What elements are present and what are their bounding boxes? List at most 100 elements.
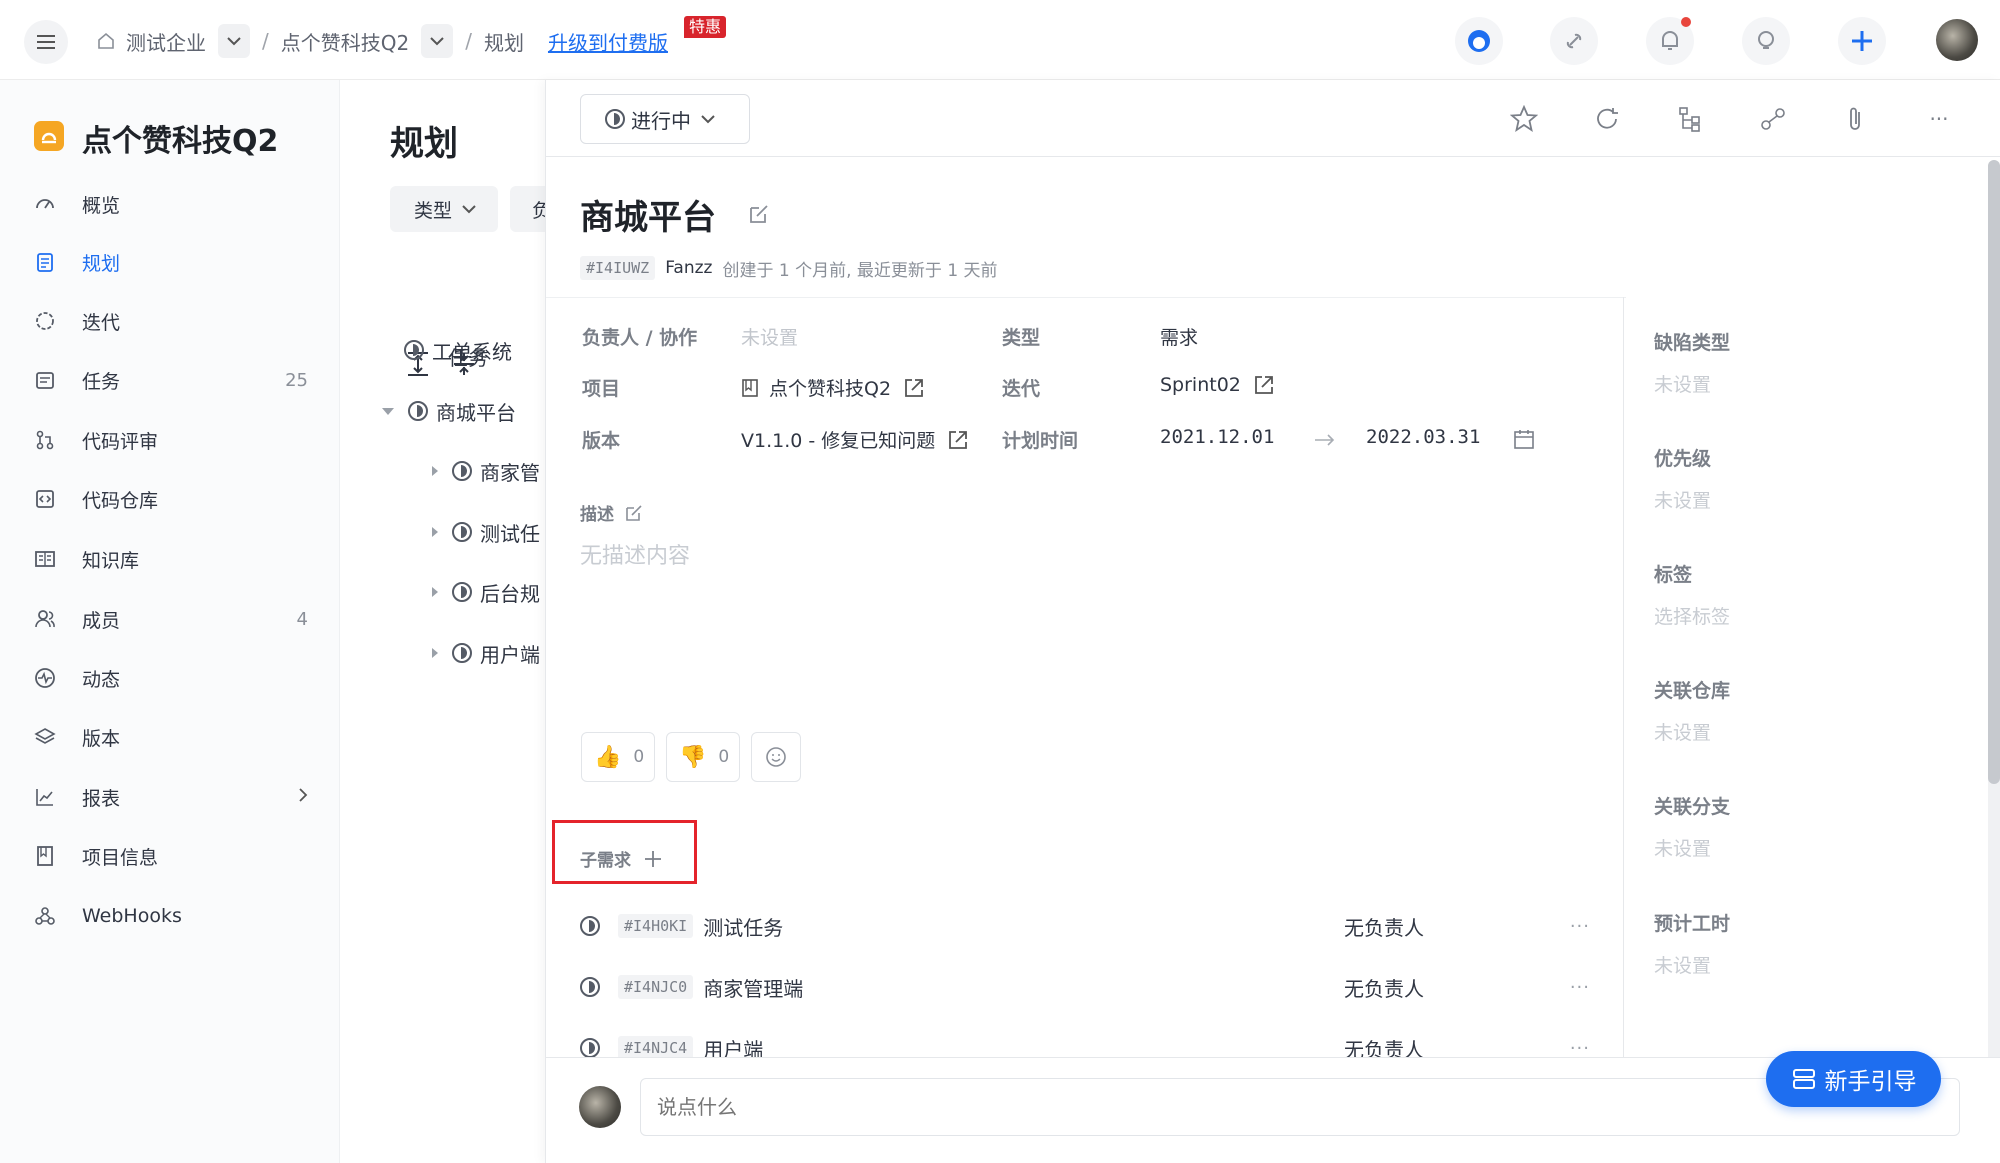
attachment-button[interactable] xyxy=(1839,102,1873,136)
sub-requirement-assignee[interactable]: 无负责人 xyxy=(1344,912,1424,941)
issue-author[interactable]: Fanzz xyxy=(665,258,712,278)
sidebar-item[interactable]: 代码评审 xyxy=(30,420,310,460)
comment-input[interactable] xyxy=(640,1078,1960,1136)
thumbs-down-icon: 👎 xyxy=(679,744,707,770)
more-options-icon[interactable]: ··· xyxy=(1570,1038,1590,1059)
sub-requirement-id[interactable]: #I4NJC0 xyxy=(618,975,694,999)
caret-down-icon[interactable] xyxy=(382,407,394,415)
sidebar-item-label: WebHooks xyxy=(82,905,182,927)
tree-row[interactable]: 商城平台 xyxy=(382,391,516,431)
side-field-label: 关联分支 xyxy=(1654,796,1731,818)
add-sub-requirement-icon[interactable] xyxy=(643,849,663,869)
side-field-value[interactable]: 未设置 xyxy=(1654,718,1711,745)
plan-start-date[interactable]: 2021.12.01 xyxy=(1160,426,1274,448)
tree-row[interactable]: 测试任 xyxy=(432,512,540,552)
tree-row-label: 商家管 xyxy=(480,460,540,485)
iteration-field[interactable]: Sprint02 xyxy=(1160,374,1275,396)
tree-row[interactable]: 后台规 xyxy=(432,572,540,612)
caret-right-icon[interactable] xyxy=(432,648,438,658)
type-field[interactable]: 需求 xyxy=(1160,323,1198,350)
sidebar-item[interactable]: 知识库 xyxy=(30,539,310,579)
issue-title[interactable]: 商城平台 xyxy=(580,190,716,239)
type-filter[interactable]: 类型 xyxy=(390,186,498,232)
assistant-button[interactable] xyxy=(1455,17,1503,65)
sub-requirement-row[interactable]: #I4NJC0 商家管理端 无负责人 ··· xyxy=(580,967,1590,1007)
project-logo-icon xyxy=(34,121,64,151)
assignee-field[interactable]: 未设置 xyxy=(741,323,798,350)
sidebar-item[interactable]: 迭代 xyxy=(30,301,310,341)
plan-end-date[interactable]: 2022.03.31 xyxy=(1366,426,1480,448)
sidebar-item[interactable]: 概览 xyxy=(30,184,310,224)
sidebar-item[interactable]: 成员 4 xyxy=(30,599,310,639)
tree-row[interactable]: 用户端 xyxy=(432,633,540,673)
star-button[interactable] xyxy=(1507,102,1541,136)
more-options-icon[interactable]: ··· xyxy=(1922,102,1956,136)
add-reaction-button[interactable] xyxy=(751,732,801,782)
sub-requirement-title[interactable]: 测试任务 xyxy=(703,912,783,941)
side-field-value[interactable]: 选择标签 xyxy=(1654,602,1730,629)
more-options-icon[interactable]: ··· xyxy=(1570,916,1590,937)
refresh-button[interactable] xyxy=(1590,102,1624,136)
create-button[interactable] xyxy=(1838,17,1886,65)
edit-title-icon[interactable] xyxy=(747,202,771,226)
sub-requirement-assignee[interactable]: 无负责人 xyxy=(1344,973,1424,1002)
sidebar-item[interactable]: 代码仓库 xyxy=(30,479,310,519)
sidebar-item[interactable]: 任务 25 xyxy=(30,360,310,400)
sidebar-item-label: 代码仓库 xyxy=(82,489,159,512)
beginner-guide-label: 新手引导 xyxy=(1824,1069,1917,1095)
caret-right-icon[interactable] xyxy=(432,527,438,537)
type-filter-label: 类型 xyxy=(414,199,453,222)
sub-requirement-title[interactable]: 商家管理端 xyxy=(703,973,803,1002)
calendar-icon[interactable] xyxy=(1513,428,1535,450)
sidebar-item[interactable]: 报表 xyxy=(30,777,310,817)
status-dropdown[interactable]: 进行中 xyxy=(580,94,750,144)
thumbs-down-button[interactable]: 👎 0 xyxy=(666,732,740,782)
org-dropdown[interactable] xyxy=(218,24,250,58)
sidebar-item[interactable]: 动态 xyxy=(30,658,310,698)
link-button[interactable] xyxy=(1550,17,1598,65)
side-field-value[interactable]: 未设置 xyxy=(1654,486,1711,513)
external-link-icon[interactable] xyxy=(903,377,925,399)
scrollbar-thumb[interactable] xyxy=(1988,160,2000,784)
side-field-value[interactable]: 未设置 xyxy=(1654,951,1711,978)
thumbs-up-button[interactable]: 👍 0 xyxy=(581,732,655,782)
hierarchy-button[interactable] xyxy=(1673,102,1707,136)
chevron-down-icon xyxy=(701,114,715,123)
home-icon xyxy=(98,32,114,49)
tree-row[interactable]: 工单系统 xyxy=(404,330,512,370)
menu-button[interactable] xyxy=(24,20,68,64)
side-field-value[interactable]: 未设置 xyxy=(1654,370,1711,397)
sidebar-item[interactable]: 版本 xyxy=(30,717,310,757)
breadcrumb-org[interactable]: 测试企业 xyxy=(126,27,206,56)
assistant-icon xyxy=(1468,30,1490,52)
sub-requirement-id[interactable]: #I4H0KI xyxy=(618,914,694,938)
sidebar-item[interactable]: 规划 xyxy=(30,242,310,282)
project-field[interactable]: 点个赞科技Q2 xyxy=(741,374,925,401)
more-options-icon[interactable]: ··· xyxy=(1570,977,1590,998)
breadcrumb-project[interactable]: 点个赞科技Q2 xyxy=(281,27,409,56)
description-content[interactable]: 无描述内容 xyxy=(580,538,690,570)
sidebar-item[interactable]: 项目信息 xyxy=(30,836,310,876)
owner-filter[interactable]: 负 xyxy=(510,186,545,232)
tree-row[interactable]: 商家管 xyxy=(432,451,540,491)
relation-button[interactable] xyxy=(1756,102,1790,136)
edit-description-icon[interactable] xyxy=(624,503,644,523)
side-field-value[interactable]: 未设置 xyxy=(1654,834,1711,861)
caret-right-icon[interactable] xyxy=(432,587,438,597)
issue-id[interactable]: #I4IUWZ xyxy=(580,256,656,280)
chevron-right-icon[interactable] xyxy=(298,787,308,808)
user-avatar[interactable] xyxy=(1936,19,1978,61)
external-link-icon[interactable] xyxy=(1253,374,1275,396)
project-name[interactable]: 点个赞科技Q2 xyxy=(82,116,278,160)
upgrade-link[interactable]: 升级到付费版 xyxy=(548,27,668,56)
beginner-guide-button[interactable]: 新手引导 xyxy=(1766,1051,1941,1107)
external-link-icon[interactable] xyxy=(947,429,969,451)
breadcrumb-page[interactable]: 规划 xyxy=(484,27,524,56)
version-field[interactable]: V1.1.0 - 修复已知问题 xyxy=(741,426,969,453)
tips-button[interactable] xyxy=(1742,17,1790,65)
sidebar-item[interactable]: WebHooks xyxy=(30,896,310,936)
caret-right-icon[interactable] xyxy=(432,466,438,476)
sub-requirement-row[interactable]: #I4H0KI 测试任务 无负责人 ··· xyxy=(580,906,1590,946)
refresh-icon xyxy=(1597,108,1618,129)
project-dropdown[interactable] xyxy=(421,24,454,58)
